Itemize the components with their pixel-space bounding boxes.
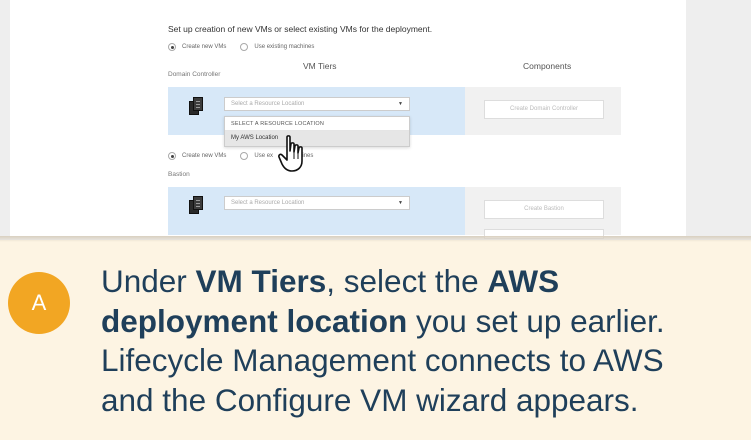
caption-line-1: Under VM Tiers, select the AWS — [101, 262, 751, 302]
domain-controller-label: Domain Controller — [168, 71, 221, 78]
server-icon — [189, 196, 203, 214]
chevron-down-icon: ▼ — [398, 101, 403, 107]
caption-line-3: Lifecycle Management connects to AWS — [101, 342, 664, 378]
use-existing-radio[interactable] — [240, 43, 249, 51]
caption-bold-aws: AWS — [487, 263, 560, 299]
vm-source-radio-group: Create new VMs Use existing machines — [168, 43, 314, 51]
caption-text: Under — [101, 263, 196, 299]
resource-location-dropdown: SELECT A RESOURCE LOCATION My AWS Locati… — [224, 116, 410, 147]
components-header: Components — [523, 61, 572, 71]
chevron-down-icon: ▼ — [398, 200, 403, 206]
select-placeholder: Select a Resource Location — [231, 200, 305, 206]
dropdown-item-my-aws-location[interactable]: My AWS Location — [225, 131, 409, 146]
bastion-location-select[interactable]: Select a Resource Location ▼ — [224, 196, 410, 210]
caption-text: , select the — [326, 263, 488, 299]
intro-text: Set up creation of new VMs or select exi… — [168, 24, 433, 34]
caption-text: you set up earlier. — [407, 302, 665, 339]
bastion-tier-row — [168, 187, 465, 235]
create-domain-controller-button[interactable]: Create Domain Controller — [484, 100, 604, 119]
bastion-label: Bastion — [168, 171, 190, 178]
create-new-label: Create new VMs — [182, 153, 227, 159]
create-new-radio[interactable] — [168, 43, 176, 51]
create-bastion-button[interactable]: Create Bastion — [484, 200, 604, 219]
dropdown-header: SELECT A RESOURCE LOCATION — [225, 117, 409, 131]
caption-line-2: deployment location you set up earlier. — [101, 302, 751, 342]
caption-line-4: and the Configure VM wizard appears. — [101, 381, 639, 418]
caption-bold-deployment-location: deployment location — [101, 302, 408, 339]
screenshot-frame: Set up creation of new VMs or select exi… — [0, 0, 751, 240]
use-existing-radio[interactable] — [240, 152, 249, 160]
hand-pointer-icon — [278, 135, 303, 172]
server-icon — [189, 97, 203, 115]
create-new-label: Create new VMs — [182, 44, 227, 50]
vm-tiers-header: VM Tiers — [303, 61, 337, 71]
use-existing-label: Use existing machines — [254, 44, 315, 50]
use-existing-label: Use ex — [254, 153, 274, 159]
create-new-radio[interactable] — [168, 152, 176, 160]
select-placeholder: Select a Resource Location — [231, 101, 305, 107]
screenshot-shadow — [0, 236, 751, 242]
caption-bold-vm-tiers: VM Tiers — [195, 263, 327, 299]
domain-controller-location-select[interactable]: Select a Resource Location ▼ — [224, 97, 410, 111]
step-badge: A — [8, 272, 70, 334]
step-caption: Under VM Tiers, select the AWS deploymen… — [101, 262, 751, 420]
